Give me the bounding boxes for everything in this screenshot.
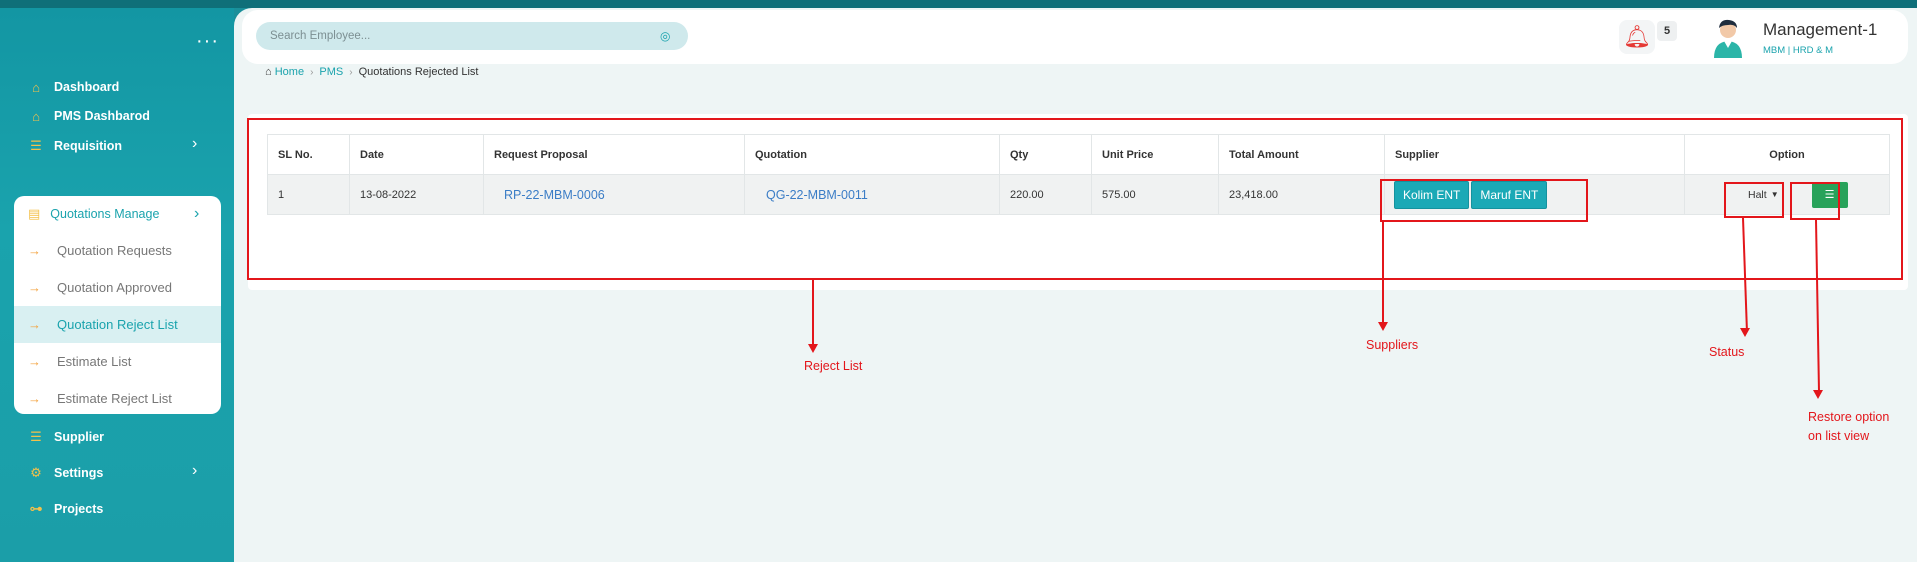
- arrow-right-icon: →: [28, 243, 41, 258]
- chevron-right-icon: ›: [349, 66, 353, 78]
- sidebar-item-quotation-requests[interactable]: → Quotation Requests: [14, 232, 221, 269]
- document-icon: ▤: [28, 206, 41, 221]
- home-icon: ⌂: [265, 66, 272, 78]
- breadcrumb-current: Quotations Rejected List: [358, 66, 479, 78]
- sidebar-item-label: Estimate Reject List: [57, 391, 172, 406]
- home-icon: ⌂: [32, 108, 40, 124]
- sidebar-item-label: Quotations Manage: [50, 207, 160, 221]
- chevron-right-icon[interactable]: ›: [192, 135, 197, 153]
- user-search-icon[interactable]: ◎: [660, 29, 670, 43]
- annotation-box-suppliers: [1380, 179, 1588, 222]
- annotation-box-status: [1724, 182, 1784, 218]
- annotation-arrow-head: [808, 344, 818, 353]
- list-icon: ☰: [30, 429, 42, 444]
- annotation-arrow-line: [812, 280, 814, 346]
- arrow-right-icon: →: [28, 391, 41, 406]
- arrow-right-icon: →: [28, 280, 41, 295]
- annotation-box-restore: [1790, 182, 1840, 220]
- sidebar-item-supplier[interactable]: ☰ Supplier: [28, 425, 104, 449]
- sidebar-item-label: Settings: [54, 466, 104, 480]
- sidebar-item-dashboard[interactable]: ⌂ Dashboard: [28, 75, 119, 99]
- breadcrumb-home[interactable]: ⌂ Home: [265, 66, 304, 78]
- sidebar-item-projects[interactable]: ⊶ Projects: [28, 497, 104, 521]
- sidebar-item-label: Projects: [54, 502, 104, 516]
- sidebar-item-settings[interactable]: ⚙ Settings: [28, 461, 103, 485]
- annotation-arrow-line: [1382, 221, 1384, 323]
- arrow-right-icon: →: [28, 317, 41, 332]
- annotation-label-restore: Restore option on list view: [1808, 408, 1889, 446]
- chevron-right-icon: ›: [194, 205, 200, 222]
- arrow-right-icon: →: [28, 354, 41, 369]
- annotation-arrow-head: [1378, 322, 1388, 331]
- project-icon: ⊶: [29, 501, 43, 516]
- avatar[interactable]: [1708, 16, 1748, 58]
- gear-icon: ⚙: [30, 465, 42, 480]
- sidebar-item-label: Quotation Approved: [57, 280, 172, 295]
- sidebar-item-quotations-manage[interactable]: ▤ Quotations Manage ›: [14, 196, 221, 232]
- sidebar-item-estimate-list[interactable]: → Estimate List: [14, 343, 221, 380]
- sidebar-item-label: Estimate List: [57, 354, 132, 369]
- breadcrumb-pms[interactable]: PMS: [319, 66, 343, 78]
- search-input[interactable]: [270, 30, 660, 42]
- user-name: Management-1: [1763, 20, 1878, 39]
- annotation-arrow-head: [1740, 328, 1750, 337]
- top-header: ◎ 🔔︎ 5 Management-1 MBM | HRD & M: [242, 10, 1908, 64]
- annotation-label-reject-list: Reject List: [804, 359, 863, 373]
- sidebar-item-label: Dashboard: [54, 80, 120, 94]
- annotation-line: on list view: [1808, 429, 1870, 443]
- sidebar-item-quotation-approved[interactable]: → Quotation Approved: [14, 269, 221, 306]
- breadcrumb-home-label: Home: [274, 66, 305, 78]
- sidebar-item-label: PMS Dashbarod: [54, 109, 150, 123]
- top-strip: [0, 0, 1917, 8]
- sidebar-item-pms-dashboard[interactable]: ⌂ PMS Dashbarod: [28, 104, 150, 128]
- annotation-label-status: Status: [1709, 345, 1745, 359]
- sidebar-item-requisition[interactable]: ☰ Requisition: [28, 134, 122, 158]
- main-content: ◎ 🔔︎ 5 Management-1 MBM | HRD & M ⌂ Home…: [234, 8, 1917, 562]
- breadcrumb: ⌂ Home › PMS › Quotations Rejected List: [265, 66, 478, 78]
- sidebar-item-label: Supplier: [54, 430, 105, 444]
- sidebar-item-label: Requisition: [54, 139, 123, 153]
- sidebar: ··· ⌂ Dashboard ⌂ PMS Dashbarod ☰ Requis…: [0, 8, 234, 562]
- home-icon: ⌂: [32, 79, 40, 95]
- sidebar-item-label: Quotation Requests: [57, 243, 172, 258]
- sidebar-item-estimate-reject-list[interactable]: → Estimate Reject List: [14, 380, 221, 414]
- menu-dots-icon[interactable]: ···: [196, 30, 219, 53]
- annotation-line: Restore option: [1808, 410, 1890, 424]
- sidebar-item-label: Quotation Reject List: [57, 317, 178, 332]
- list-icon: ☰: [30, 138, 42, 153]
- sidebar-item-quotation-reject-list[interactable]: → Quotation Reject List: [14, 306, 221, 343]
- annotation-arrow-head: [1813, 390, 1823, 399]
- quotations-submenu: ▤ Quotations Manage › → Quotation Reques…: [14, 196, 221, 414]
- notification-button[interactable]: 🔔︎: [1619, 20, 1655, 54]
- annotation-box-reject-list: [247, 118, 1903, 280]
- bell-icon: 🔔︎: [1623, 24, 1651, 49]
- user-role: MBM | HRD & M: [1763, 45, 1834, 56]
- chevron-right-icon: ›: [310, 66, 314, 78]
- chevron-right-icon[interactable]: ›: [192, 462, 197, 480]
- notification-count-badge: 5: [1657, 21, 1677, 41]
- annotation-label-suppliers: Suppliers: [1366, 338, 1419, 352]
- search-bar: ◎: [256, 22, 688, 50]
